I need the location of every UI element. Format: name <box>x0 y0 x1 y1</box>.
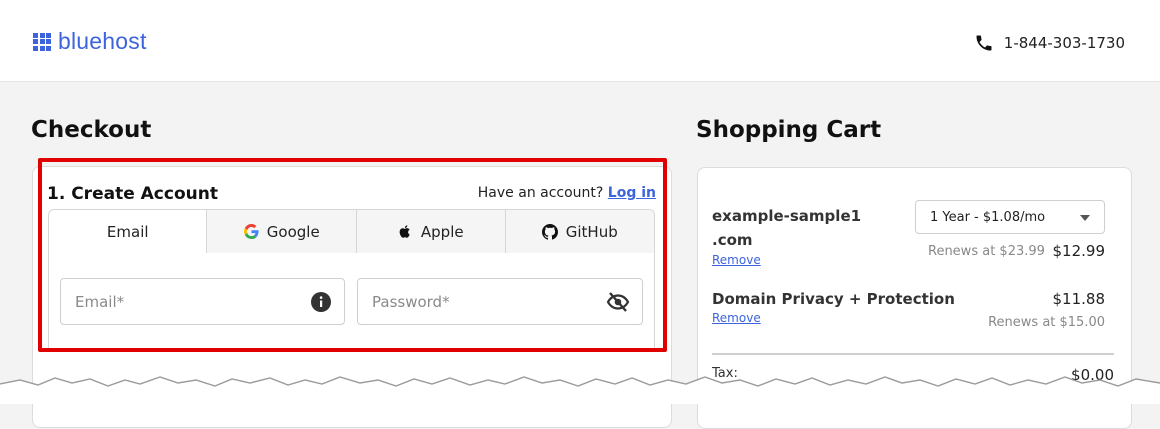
chevron-down-icon <box>1080 215 1090 221</box>
top-bar: bluehost 1-844-303-1730 <box>0 0 1160 82</box>
logo-text: bluehost <box>58 28 147 54</box>
phone-number: 1-844-303-1730 <box>1003 34 1125 52</box>
remove-domain-link[interactable]: Remove <box>712 253 761 267</box>
privacy-renews-text: Renews at $15.00 <box>988 315 1105 330</box>
domain-renews-text: Renews at $23.99 <box>928 244 1045 259</box>
highlight-box <box>38 158 667 352</box>
phone-icon <box>976 35 992 51</box>
cart-divider <box>712 353 1114 355</box>
logo-grid-icon <box>33 32 51 51</box>
remove-privacy-link[interactable]: Remove <box>712 311 761 325</box>
torn-edge-decoration <box>0 376 1160 404</box>
shopping-cart-title: Shopping Cart <box>696 117 882 143</box>
domain-price: $12.99 <box>1052 242 1106 260</box>
domain-name-line2: .com <box>712 231 753 249</box>
domain-name-line1: example-sample1 <box>712 207 862 225</box>
phone-contact[interactable]: 1-844-303-1730 <box>974 33 1125 53</box>
bluehost-logo[interactable]: bluehost <box>33 28 147 55</box>
privacy-price: $11.88 <box>1052 290 1106 308</box>
term-select[interactable]: 1 Year - $1.08/mo <box>915 200 1105 234</box>
cart-item-domain-name: example-sample1 .com <box>712 204 861 252</box>
term-select-value: 1 Year - $1.08/mo <box>930 209 1046 225</box>
cart-item-privacy-name: Domain Privacy + Protection <box>712 290 955 308</box>
checkout-title: Checkout <box>31 117 152 143</box>
